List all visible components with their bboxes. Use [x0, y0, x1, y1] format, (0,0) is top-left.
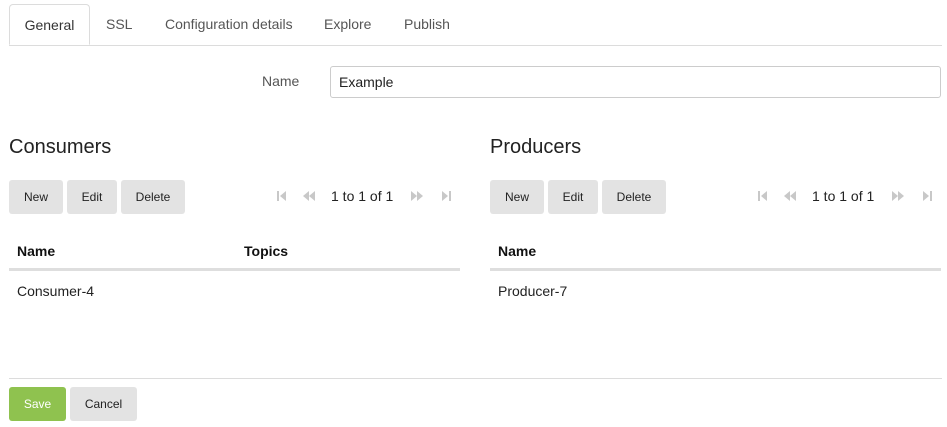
consumers-delete-button[interactable]: Delete — [121, 180, 185, 214]
tab-general[interactable]: General — [9, 4, 90, 45]
tab-publish[interactable]: Publish — [404, 4, 450, 45]
tab-explore[interactable]: Explore — [324, 4, 371, 45]
consumers-pager-text: 1 to 1 of 1 — [331, 188, 394, 204]
first-page-icon[interactable] — [274, 186, 288, 206]
consumers-column-topics[interactable]: Topics — [244, 243, 288, 259]
producers-delete-button[interactable]: Delete — [602, 180, 666, 214]
producers-new-button[interactable]: New — [490, 180, 544, 214]
producers-header-divider — [490, 268, 941, 271]
first-page-icon[interactable] — [755, 186, 769, 206]
next-page-icon[interactable] — [410, 186, 424, 206]
last-page-icon[interactable] — [921, 186, 935, 206]
previous-page-icon[interactable] — [302, 186, 316, 206]
consumers-header-divider — [9, 268, 460, 271]
tab-configuration-details[interactable]: Configuration details — [165, 4, 293, 45]
consumers-edit-button[interactable]: Edit — [67, 180, 117, 214]
producers-pager: 1 to 1 of 1 — [755, 186, 941, 206]
consumers-title: Consumers — [9, 136, 112, 158]
cancel-button[interactable]: Cancel — [70, 387, 137, 421]
tab-bar: General SSL Configuration details Explor… — [9, 4, 942, 46]
consumers-pager: 1 to 1 of 1 — [274, 186, 460, 206]
consumers-column-name[interactable]: Name — [17, 243, 55, 259]
next-page-icon[interactable] — [891, 186, 905, 206]
consumers-row-name[interactable]: Consumer-4 — [17, 283, 94, 299]
name-input[interactable] — [330, 66, 941, 98]
producers-pager-text: 1 to 1 of 1 — [812, 188, 875, 204]
producers-edit-button[interactable]: Edit — [548, 180, 598, 214]
producers-column-name[interactable]: Name — [498, 243, 536, 259]
consumers-new-button[interactable]: New — [9, 180, 63, 214]
producers-row-name[interactable]: Producer-7 — [498, 283, 567, 299]
last-page-icon[interactable] — [440, 186, 454, 206]
save-button[interactable]: Save — [9, 387, 66, 421]
footer-divider — [9, 378, 942, 379]
tab-ssl[interactable]: SSL — [106, 4, 132, 45]
name-label: Name — [262, 73, 300, 89]
producers-title: Producers — [490, 136, 582, 158]
previous-page-icon[interactable] — [783, 186, 797, 206]
